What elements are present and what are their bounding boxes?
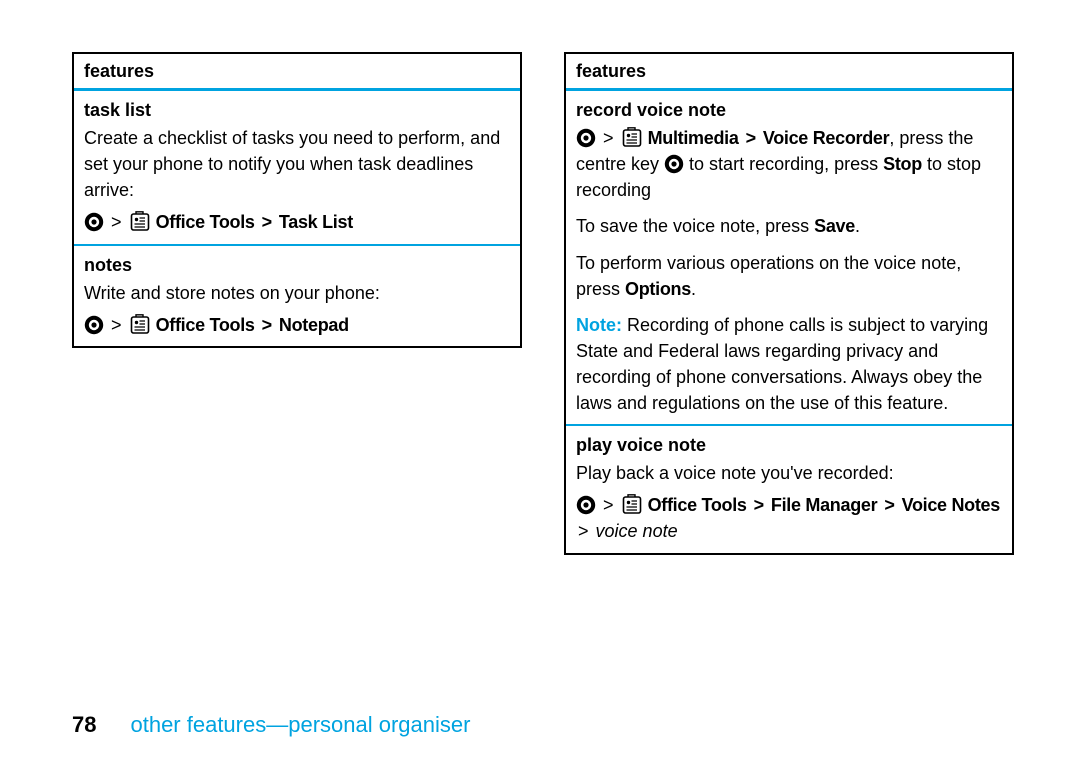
office-tools-icon [129, 211, 151, 233]
notes-title: notes [84, 252, 510, 278]
record-voice-note-cell: record voice note > Multimedia > Voice R… [566, 91, 1012, 426]
path-notepad: Notepad [279, 315, 349, 335]
play-title: play voice note [576, 432, 1002, 458]
save-text-a: To save the voice note, press [576, 216, 814, 236]
record-path-line: > Multimedia > Voice Recorder, press the… [576, 125, 1002, 203]
left-header: features [74, 54, 520, 91]
notes-body: Write and store notes on your phone: [84, 280, 510, 306]
record-text-1b: to start recording, press [684, 154, 883, 174]
notes-cell: notes Write and store notes on your phon… [74, 246, 520, 346]
path-office-tools: Office Tools [156, 315, 255, 335]
path-multimedia: Multimedia [648, 128, 739, 148]
left-features-table: features task list Create a checklist of… [72, 52, 522, 348]
play-path: > Office Tools > File Manager > Voice No… [576, 492, 1002, 544]
task-list-path: > Office Tools > Task List [84, 209, 510, 235]
nav-key-icon [576, 128, 596, 148]
record-note-block: Note: Recording of phone calls is subjec… [576, 312, 1002, 416]
path-office-tools: Office Tools [156, 212, 255, 232]
record-save-line: To save the voice note, press Save. [576, 213, 1002, 239]
multimedia-icon [621, 127, 643, 149]
path-voice-notes: Voice Notes [902, 495, 1000, 515]
play-voice-note-cell: play voice note Play back a voice note y… [566, 426, 1012, 552]
task-list-body: Create a checklist of tasks you need to … [84, 125, 510, 203]
play-body: Play back a voice note you've recorded: [576, 460, 1002, 486]
options-text-b: . [691, 279, 696, 299]
path-file-manager: File Manager [771, 495, 877, 515]
record-options-line: To perform various operations on the voi… [576, 250, 1002, 302]
note-label: Note: [576, 315, 622, 335]
page-number: 78 [72, 712, 96, 738]
record-title: record voice note [576, 97, 1002, 123]
two-column-layout: features task list Create a checklist of… [72, 52, 1022, 555]
manual-page: features task list Create a checklist of… [0, 0, 1080, 766]
nav-key-icon [84, 212, 104, 232]
nav-key-icon [84, 315, 104, 335]
right-column: features record voice note > Multimedia … [564, 52, 1014, 555]
nav-key-icon [576, 495, 596, 515]
note-body: Recording of phone calls is subject to v… [576, 315, 988, 413]
save-label: Save [814, 216, 855, 236]
stop-label: Stop [883, 154, 922, 174]
page-footer: 78 other features—personal organiser [72, 712, 470, 738]
office-tools-icon [621, 494, 643, 516]
path-task-list: Task List [279, 212, 353, 232]
left-column: features task list Create a checklist of… [72, 52, 522, 555]
right-header: features [566, 54, 1012, 91]
path-voice-note-item: voice note [596, 521, 678, 541]
office-tools-icon [129, 314, 151, 336]
task-list-cell: task list Create a checklist of tasks yo… [74, 91, 520, 245]
path-voice-recorder: Voice Recorder [763, 128, 890, 148]
path-office-tools: Office Tools [648, 495, 747, 515]
task-list-title: task list [84, 97, 510, 123]
options-label: Options [625, 279, 691, 299]
nav-key-icon [664, 154, 684, 174]
right-features-table: features record voice note > Multimedia … [564, 52, 1014, 555]
notes-path: > Office Tools > Notepad [84, 312, 510, 338]
save-text-b: . [855, 216, 860, 236]
section-title: other features—personal organiser [130, 712, 470, 738]
